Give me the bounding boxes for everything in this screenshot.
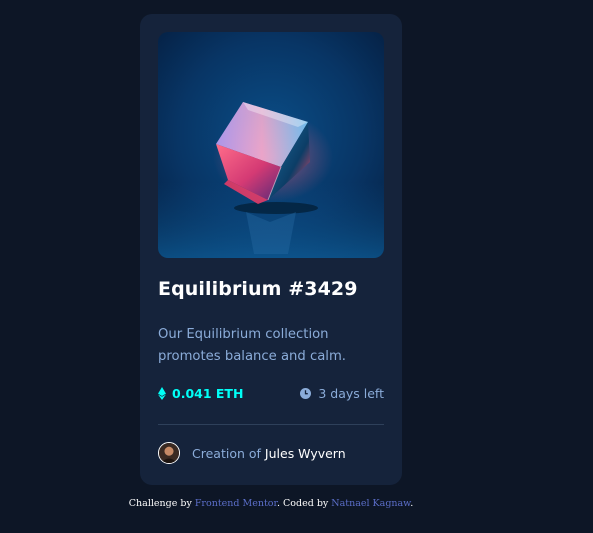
clock-icon	[300, 388, 312, 399]
ethereum-icon	[158, 387, 166, 400]
time-left-label: 3 days left	[318, 386, 384, 401]
price: 0.041 ETH	[158, 386, 243, 401]
price-label: 0.041 ETH	[172, 386, 244, 401]
attribution: Challenge by Frontend Mentor. Coded by N…	[0, 498, 542, 509]
nft-preview-card: Equilibrium #3429 Our Equilibrium collec…	[140, 14, 402, 485]
avatar	[158, 442, 180, 464]
creator-row: Creation of Jules Wyvern	[158, 442, 346, 464]
time-left: 3 days left	[300, 386, 384, 401]
divider	[158, 424, 384, 425]
attribution-prefix: Challenge by	[128, 498, 192, 509]
attribution-suffix: .	[410, 498, 414, 509]
nft-description: Our Equilibrium collection promotes bala…	[158, 327, 346, 364]
nft-stats: 0.041 ETH 3 days left	[158, 386, 384, 406]
author-link[interactable]: Natnael Kagnaw	[331, 498, 410, 509]
creator-name-link[interactable]: Jules Wyvern	[265, 446, 346, 461]
creator-prefix: Creation of	[192, 445, 261, 461]
nft-title[interactable]: Equilibrium #3429	[158, 278, 358, 300]
attribution-middle: . Coded by	[276, 498, 329, 509]
equilibrium-cube-image[interactable]	[158, 32, 384, 258]
frontend-mentor-link[interactable]: Frontend Mentor	[195, 498, 277, 509]
